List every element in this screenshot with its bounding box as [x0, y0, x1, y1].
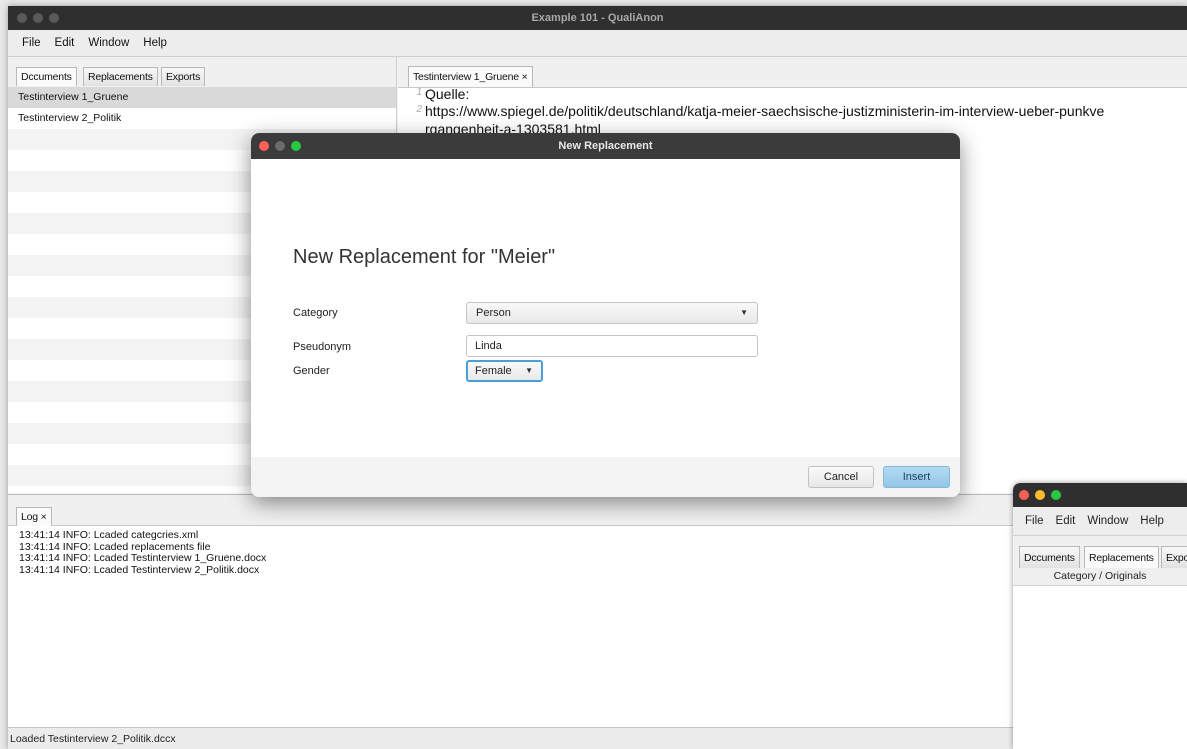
second-titlebar[interactable] — [1013, 483, 1187, 507]
log-output: 13:41:14 INFO: Lcaded categcries.xml 13:… — [19, 529, 267, 576]
tab-documents[interactable]: Dccuments — [1019, 546, 1080, 568]
tab-replacements[interactable]: Replacements — [83, 67, 158, 86]
chevron-down-icon: ▼ — [525, 366, 533, 375]
menu-bar: File Edit Window Help — [8, 30, 1187, 57]
tab-exports[interactable]: Expo — [1161, 546, 1187, 568]
minimize-icon[interactable] — [33, 13, 43, 23]
main-titlebar[interactable]: Example 101 - QualiAnon — [8, 6, 1187, 30]
column-header-label: Category / Originals — [1053, 570, 1147, 582]
menu-help[interactable]: Help — [1140, 515, 1164, 527]
dialog-titlebar[interactable]: New Replacement — [251, 133, 960, 159]
tab-documents[interactable]: Dccuments — [16, 67, 77, 86]
chevron-down-icon: ▼ — [740, 308, 748, 317]
second-window: File Edit Window Help Dccuments Replacement… — [1013, 483, 1187, 749]
cancel-button[interactable]: Cancel — [808, 466, 874, 488]
zoom-icon[interactable] — [49, 13, 59, 23]
gender-value: Female — [475, 365, 512, 377]
editor-line-1[interactable]: 1 Quelle: — [398, 86, 1187, 102]
minimize-icon[interactable] — [275, 141, 285, 151]
minimize-icon[interactable] — [1035, 490, 1045, 500]
log-line: 13:41:14 INFO: Lcaded Testinterview 1_Gr… — [19, 552, 267, 564]
menu-window[interactable]: Window — [88, 30, 129, 56]
line-number: 1 — [416, 87, 422, 98]
category-value: Person — [476, 307, 511, 319]
dialog-title: New Replacement — [558, 140, 653, 152]
column-header[interactable]: Category / Originals — [1013, 568, 1187, 586]
menu-file[interactable]: File — [1025, 515, 1044, 527]
dialog-heading: New Replacement for "Meier" — [293, 246, 556, 268]
editor-line-text: Quelle: — [425, 86, 470, 102]
log-line: 13:41:14 INFO: Lcaded Testinterview 2_Po… — [19, 563, 260, 576]
status-text: Loaded Testinterview 2_Politik.dccx — [10, 733, 176, 745]
second-tab-strip: Dccuments Replacements Expo — [1013, 536, 1187, 569]
menu-file[interactable]: File — [22, 30, 41, 56]
gender-select[interactable]: Female ▼ — [466, 360, 543, 382]
category-select[interactable]: Person ▼ — [466, 302, 758, 324]
close-icon[interactable] — [259, 141, 269, 151]
tab-replacements[interactable]: Replacements — [1084, 546, 1159, 568]
editor-line-text: https://www.spiegel.de/politik/deutschla… — [425, 103, 1105, 119]
zoom-icon[interactable] — [1051, 490, 1061, 500]
tab-log[interactable]: Log × — [16, 507, 52, 526]
second-menu-bar: File Edit Window Help — [1013, 507, 1187, 536]
window-title: Example 101 - QualiAnon — [531, 12, 664, 24]
log-tab-strip: Log × — [8, 495, 1187, 526]
pseudonym-label: Pseudonym — [293, 341, 352, 353]
category-label: Category — [293, 307, 338, 319]
pseudonym-value: Linda — [475, 340, 502, 352]
menu-window[interactable]: Window — [1087, 515, 1128, 527]
zoom-icon[interactable] — [291, 141, 301, 151]
status-bar: Loaded Testinterview 2_Politik.dccx — [8, 727, 1187, 749]
log-pane: Log × 13:41:14 INFO: Lcaded categcries.x… — [8, 494, 1187, 728]
document-item-1[interactable]: Testinterview 1_Gruene — [8, 87, 396, 108]
tab-exports[interactable]: Exports — [161, 67, 206, 86]
document-item-2[interactable]: Testinterview 2_Politik — [8, 108, 396, 129]
log-line: 13:41:14 INFO: Lcaded categcries.xml — [19, 529, 199, 541]
menu-help[interactable]: Help — [143, 30, 167, 56]
menu-edit[interactable]: Edit — [55, 30, 75, 56]
editor-line-2[interactable]: 2 https://www.spiegel.de/politik/deutschl… — [398, 103, 1187, 119]
editor-tab-strip: Testinterview 1_Gruene × — [398, 57, 1187, 88]
insert-button[interactable]: Insert — [883, 466, 950, 488]
dialog-button-bar: Cancel Insert — [251, 457, 960, 497]
line-number: 2 — [416, 104, 422, 115]
pseudonym-field[interactable]: Linda — [466, 335, 758, 357]
new-replacement-dialog: New Replacement New Replacement for "Mei… — [251, 133, 960, 497]
tab-editor-document[interactable]: Testinterview 1_Gruene × — [408, 66, 533, 87]
tab-log-label: Log × — [21, 511, 47, 523]
gender-label: Gender — [293, 365, 330, 377]
close-icon[interactable] — [1019, 490, 1029, 500]
close-icon[interactable] — [17, 13, 27, 23]
menu-edit[interactable]: Edit — [1056, 515, 1076, 527]
left-tab-strip: Dccuments Replacements Exports — [8, 57, 396, 88]
